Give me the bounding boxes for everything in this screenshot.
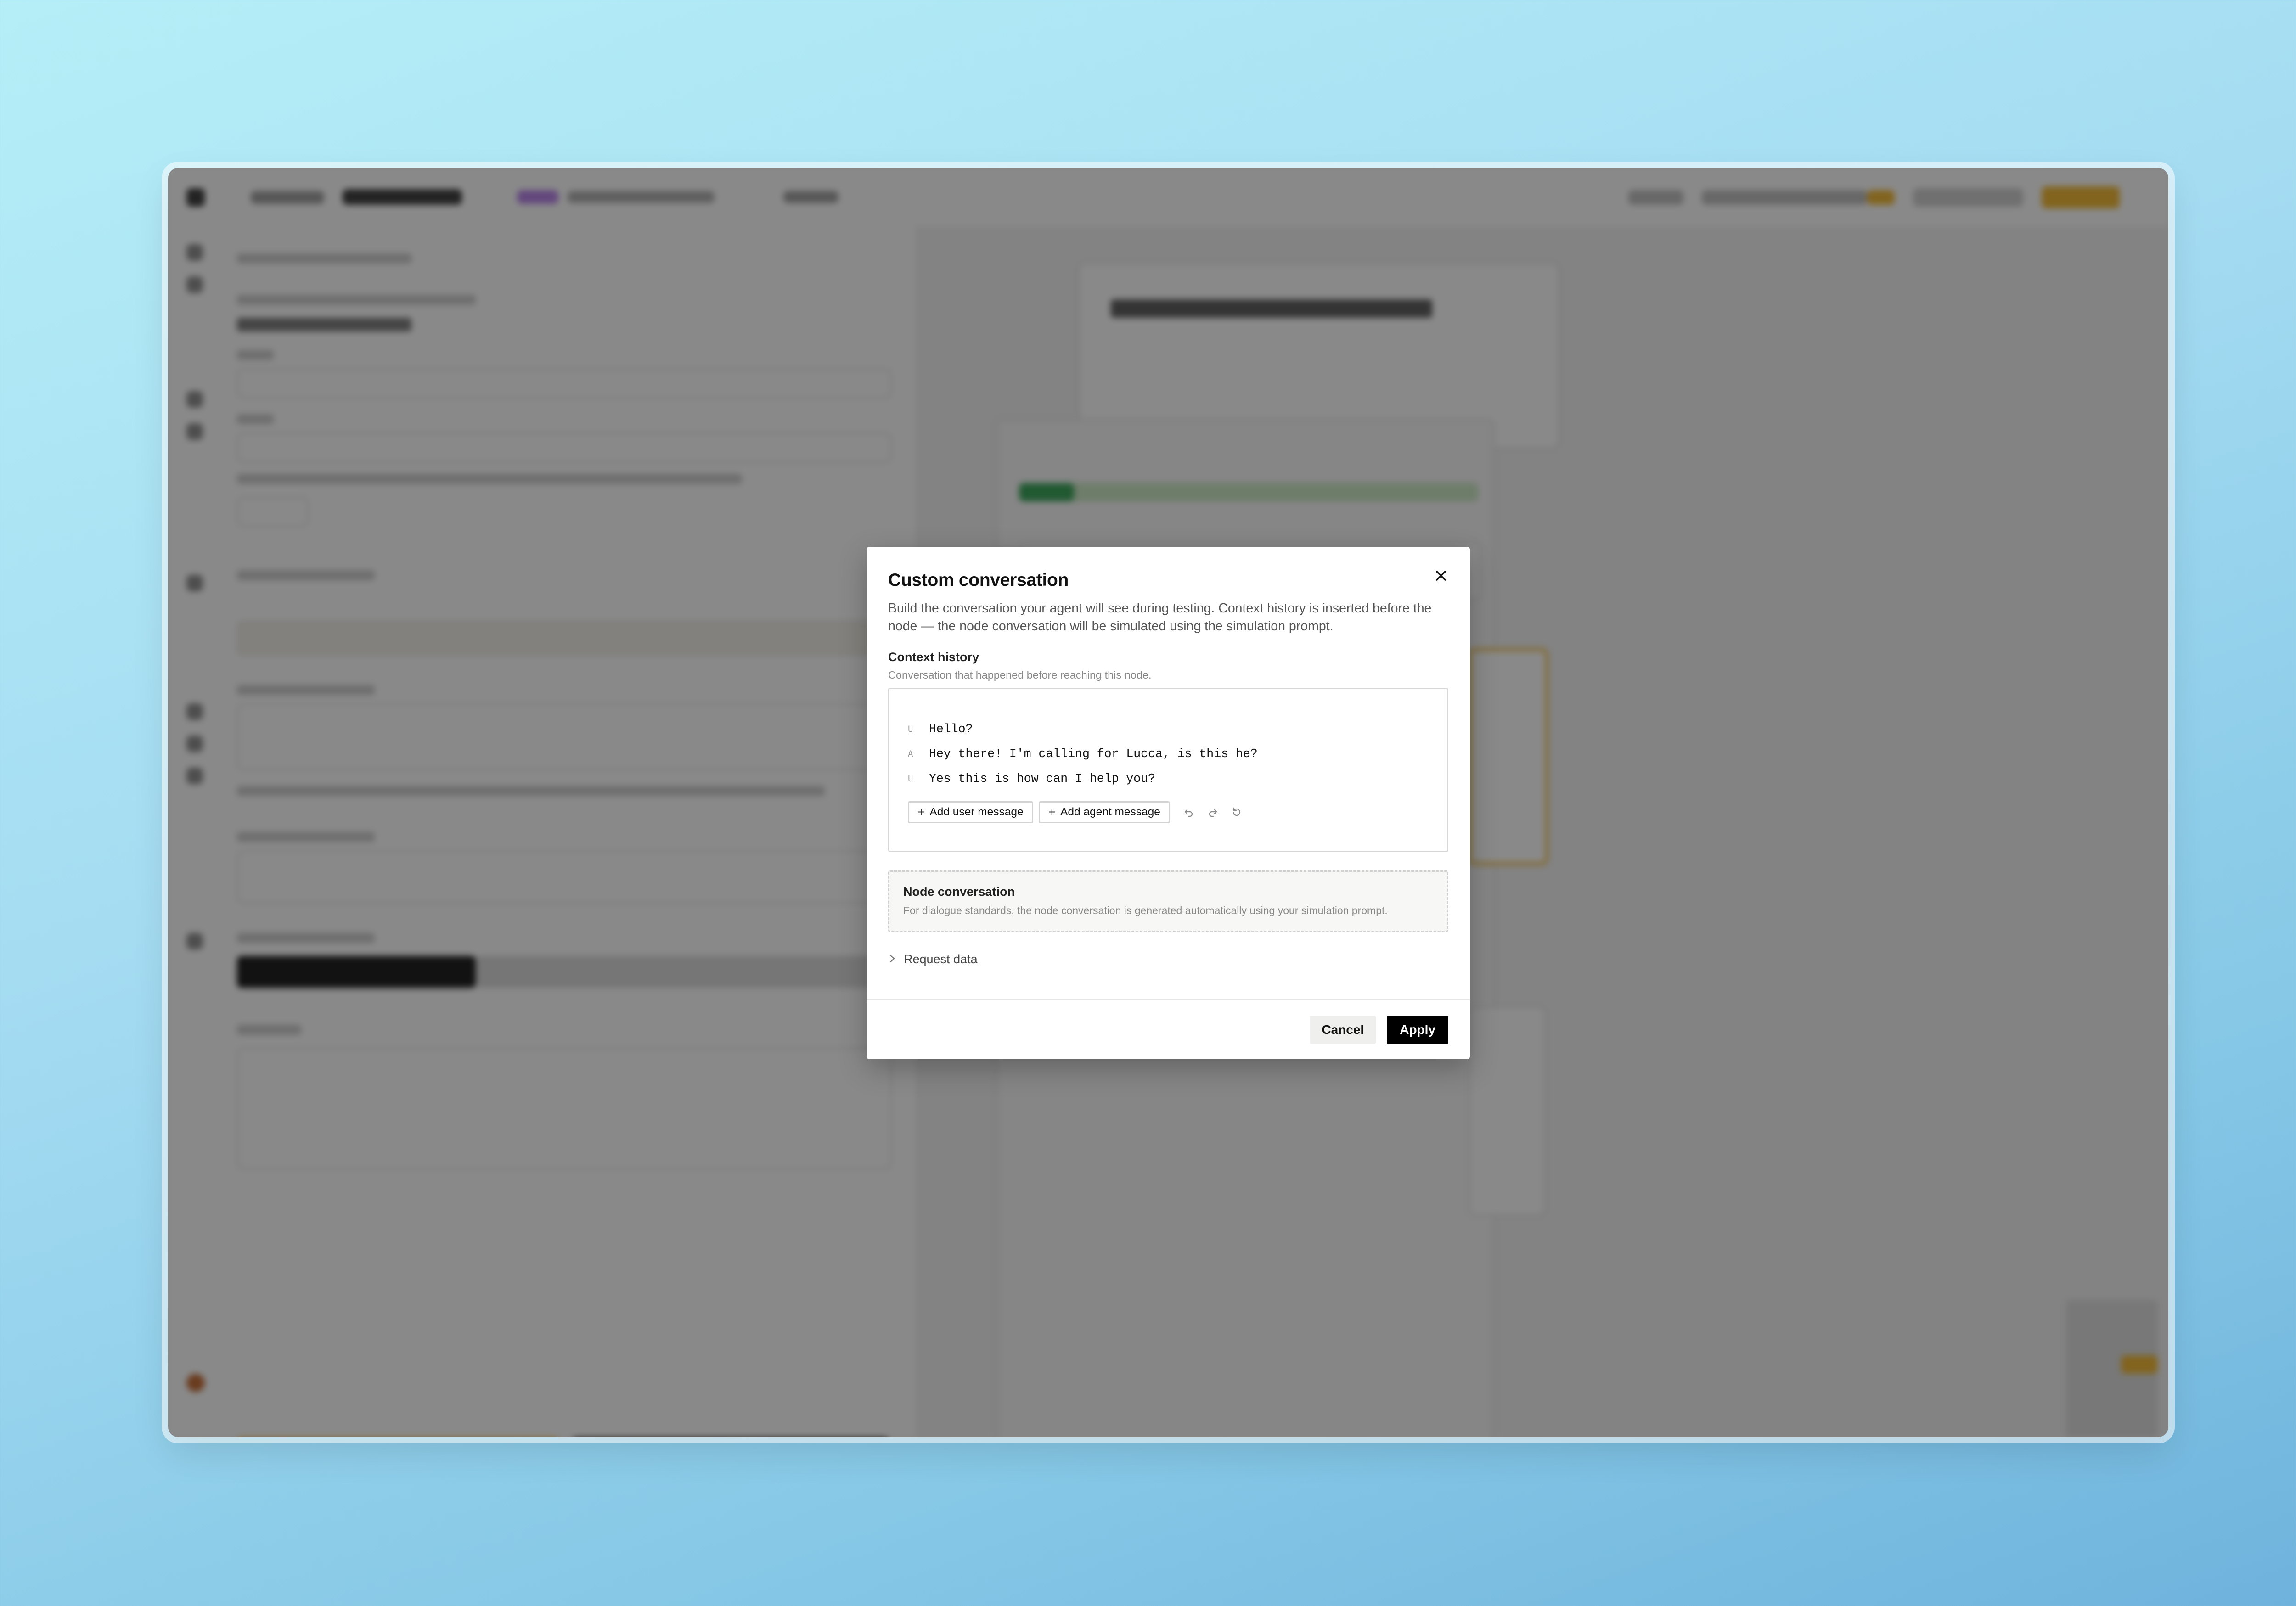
node-conversation-sublabel: For dialogue standards, the node convers…: [903, 904, 1388, 916]
message-text[interactable]: Hello?: [929, 722, 973, 736]
dialog-description: Build the conversation your agent will s…: [888, 601, 1432, 634]
message-row[interactable]: U Hello?: [908, 717, 1429, 741]
add-user-message-label: Add user message: [929, 806, 1024, 818]
close-icon[interactable]: [1430, 565, 1452, 586]
apply-button[interactable]: Apply: [1387, 1016, 1448, 1044]
message-row[interactable]: U Yes this is how can I help you?: [908, 766, 1429, 791]
reset-icon[interactable]: [1226, 802, 1247, 823]
custom-conversation-dialog: Custom conversation Build the conversati…: [867, 547, 1470, 1059]
context-history-label: Context history: [888, 650, 979, 664]
context-history-sublabel: Conversation that happened before reachi…: [888, 669, 1152, 681]
plus-icon: +: [1048, 805, 1056, 819]
request-data-toggle[interactable]: Request data: [888, 952, 1448, 966]
message-row[interactable]: A Hey there! I'm calling for Lucca, is t…: [908, 741, 1429, 766]
dialog-footer: Cancel Apply: [867, 999, 1470, 1059]
add-agent-message-button[interactable]: + Add agent message: [1038, 801, 1170, 823]
redo-icon[interactable]: [1202, 802, 1223, 823]
plus-icon: +: [917, 805, 925, 819]
add-agent-message-label: Add agent message: [1060, 806, 1160, 818]
context-history-editor: U Hello? A Hey there! I'm calling for Lu…: [888, 688, 1448, 852]
node-conversation-panel: Node conversation For dialogue standards…: [888, 870, 1448, 932]
message-actions: + Add user message + Add agent message: [908, 801, 1429, 823]
node-conversation-label: Node conversation: [903, 885, 1015, 898]
message-role: A: [908, 749, 913, 759]
request-data-label: Request data: [904, 952, 978, 966]
message-text[interactable]: Yes this is how can I help you?: [929, 772, 1155, 786]
dialog-title: Custom conversation: [888, 570, 1069, 590]
message-role: U: [908, 774, 913, 784]
chevron-right-icon: [889, 952, 895, 966]
add-user-message-button[interactable]: + Add user message: [908, 801, 1033, 823]
cancel-button[interactable]: Cancel: [1310, 1016, 1376, 1044]
message-role: U: [908, 724, 913, 734]
message-text[interactable]: Hey there! I'm calling for Lucca, is thi…: [929, 747, 1258, 761]
undo-icon[interactable]: [1178, 802, 1199, 823]
